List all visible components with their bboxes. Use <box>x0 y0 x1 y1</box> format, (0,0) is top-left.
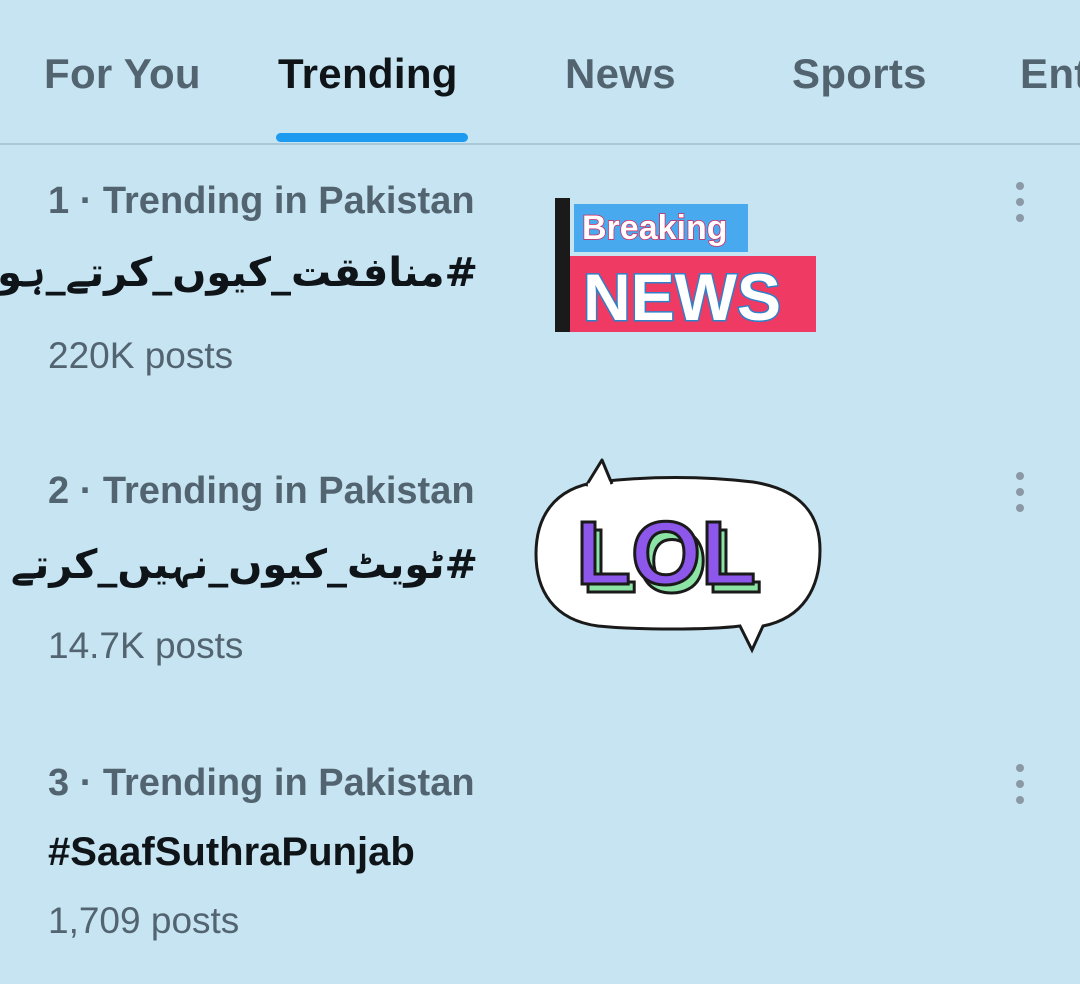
tab-sports[interactable]: Sports <box>792 50 927 98</box>
trend-hashtag[interactable]: #ٹویٹ_کیوں_نہیں_کرتے <box>11 542 478 588</box>
tab-for-you[interactable]: For You <box>44 50 201 98</box>
tab-news[interactable]: News <box>565 50 676 98</box>
active-tab-indicator <box>276 133 468 142</box>
trend-item[interactable]: 2 · Trending in Pakistan #ٹویٹ_کیوں_نہیں… <box>0 458 1080 700</box>
tab-entertainment[interactable]: Ent <box>1020 50 1080 98</box>
breaking-news-image: Breaking NEWS <box>555 198 816 336</box>
lol-label: LOL <box>576 504 756 604</box>
trend-context: 3 · Trending in Pakistan <box>48 762 475 804</box>
trend-context: 2 · Trending in Pakistan <box>48 470 475 512</box>
trend-post-count: 1,709 posts <box>48 900 240 941</box>
trend-item[interactable]: 3 · Trending in Pakistan #SaafSuthraPunj… <box>0 762 1080 972</box>
explore-page: For You Trending News Sports Ent 1 · Tre… <box>0 0 1080 984</box>
trend-post-count: 14.7K posts <box>48 625 244 666</box>
more-options-icon[interactable] <box>1006 472 1034 512</box>
explore-tabs: For You Trending News Sports Ent <box>0 0 1080 145</box>
more-options-icon[interactable] <box>1006 764 1034 804</box>
trend-item[interactable]: 1 · Trending in Pakistan #منافقت_کیوں_کر… <box>0 180 1080 410</box>
breaking-label: Breaking <box>582 209 728 247</box>
trend-hashtag[interactable]: #منافقت_کیوں_کرتے_ہو <box>0 250 478 296</box>
trend-post-count: 220K posts <box>48 335 234 376</box>
trend-context: 1 · Trending in Pakistan <box>48 180 475 222</box>
lol-sticker-image: LOL LOL <box>534 458 822 654</box>
trend-hashtag[interactable]: #SaafSuthraPunjab <box>48 830 415 875</box>
more-options-icon[interactable] <box>1006 182 1034 222</box>
tabs-divider <box>0 143 1080 145</box>
tab-trending[interactable]: Trending <box>278 50 458 98</box>
news-label: NEWS <box>583 260 781 334</box>
